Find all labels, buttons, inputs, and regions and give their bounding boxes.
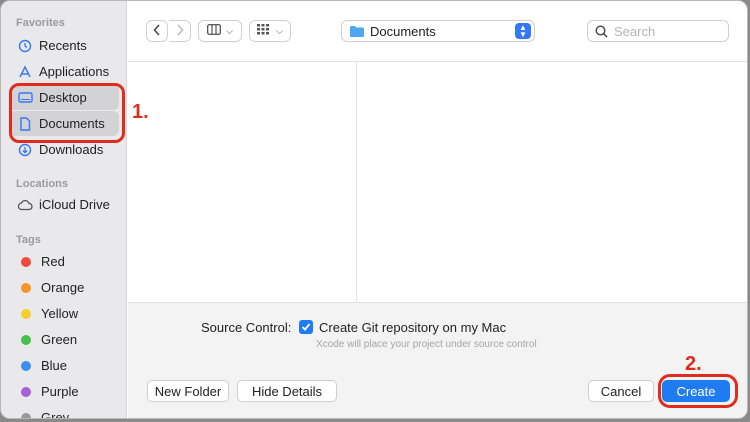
search-icon bbox=[595, 24, 608, 38]
sidebar-item-label: Red bbox=[41, 254, 65, 269]
tag-dot-icon bbox=[21, 282, 31, 293]
group-button[interactable]: ⌵ bbox=[249, 20, 291, 42]
forward-button[interactable] bbox=[169, 20, 191, 42]
step2-highlight bbox=[658, 374, 738, 408]
view-mode-button[interactable]: ⌵ bbox=[198, 20, 242, 42]
tag-dot-icon bbox=[21, 412, 31, 418]
location-popup[interactable]: Documents ▲ ▼ bbox=[341, 20, 535, 42]
sidebar-item-label: Applications bbox=[39, 64, 110, 79]
git-checkbox[interactable] bbox=[299, 320, 313, 334]
folder-icon bbox=[349, 25, 365, 38]
sidebar-item-label: Orange bbox=[41, 280, 85, 295]
checkmark-icon bbox=[301, 323, 311, 331]
sidebar-item-label: iCloud Drive bbox=[39, 197, 110, 212]
tag-dot-icon bbox=[21, 308, 31, 319]
chevron-down-icon: ⌵ bbox=[276, 25, 283, 36]
sidebar-item-label: Grey bbox=[41, 410, 70, 419]
sidebar-item-label: Recents bbox=[39, 38, 87, 53]
tag-dot-icon bbox=[21, 360, 31, 371]
sidebar-tag-blue[interactable]: Blue bbox=[9, 353, 119, 378]
columns-view-icon bbox=[207, 24, 221, 38]
source-control-label: Source Control: bbox=[201, 320, 292, 335]
applications-icon bbox=[17, 64, 33, 80]
tags-heading: Tags bbox=[16, 234, 41, 246]
sidebar-item-applications[interactable]: Applications bbox=[9, 59, 119, 84]
sidebar-item-label: Purple bbox=[41, 384, 79, 399]
browser-column-1[interactable] bbox=[128, 62, 356, 302]
sidebar-tag-grey[interactable]: Grey bbox=[9, 405, 119, 419]
search-placeholder: Search bbox=[614, 23, 656, 39]
hide-details-button[interactable]: Hide Details bbox=[237, 380, 337, 402]
browser-column-2[interactable] bbox=[357, 62, 747, 302]
chevron-down-icon: ⌵ bbox=[226, 25, 233, 36]
sidebar-item-label: Green bbox=[41, 332, 78, 347]
chevron-right-icon bbox=[176, 23, 184, 39]
cloud-icon bbox=[17, 197, 33, 213]
grid-icon bbox=[257, 24, 271, 38]
tag-dot-icon bbox=[21, 334, 31, 345]
popup-arrows-icon: ▲ ▼ bbox=[515, 23, 531, 39]
sidebar-item-label: Downloads bbox=[39, 142, 104, 157]
sidebar-tag-yellow[interactable]: Yellow bbox=[9, 301, 119, 326]
tag-dot-icon bbox=[21, 256, 31, 267]
chevron-left-icon bbox=[153, 23, 161, 39]
tag-dot-icon bbox=[21, 386, 31, 397]
clock-icon bbox=[17, 38, 33, 54]
sidebar-item-label: Yellow bbox=[41, 306, 79, 321]
sidebar-tag-green[interactable]: Green bbox=[9, 327, 119, 352]
cancel-button[interactable]: Cancel bbox=[588, 380, 654, 402]
sidebar-item-label: Blue bbox=[41, 358, 68, 373]
sidebar-tag-red[interactable]: Red bbox=[9, 249, 119, 274]
location-label: Documents bbox=[370, 23, 436, 39]
git-checkbox-label[interactable]: Create Git repository on my Mac bbox=[319, 320, 506, 335]
save-dialog: Favorites Recents Applications Desktop D… bbox=[0, 0, 748, 419]
back-button[interactable] bbox=[146, 20, 168, 42]
footer: New Folder Hide Details Cancel Create bbox=[128, 358, 747, 418]
sidebar: Favorites Recents Applications Desktop D… bbox=[1, 1, 127, 418]
search-field[interactable]: Search bbox=[587, 20, 729, 42]
sidebar-tag-orange[interactable]: Orange bbox=[9, 275, 119, 300]
new-folder-button[interactable]: New Folder bbox=[147, 380, 229, 402]
sidebar-item-icloud-drive[interactable]: iCloud Drive bbox=[9, 192, 119, 217]
options-panel: Source Control: Create Git repository on… bbox=[128, 302, 747, 359]
toolbar: ⌵ ⌵ Documents ▲ ▼ Search bbox=[128, 1, 747, 62]
step1-annotation: 1. bbox=[132, 101, 149, 123]
download-icon bbox=[17, 142, 33, 158]
locations-heading: Locations bbox=[16, 178, 68, 190]
source-control-hint: Xcode will place your project under sour… bbox=[316, 339, 537, 350]
step1-highlight bbox=[9, 83, 125, 143]
sidebar-item-recents[interactable]: Recents bbox=[9, 33, 119, 58]
sidebar-tag-purple[interactable]: Purple bbox=[9, 379, 119, 404]
favorites-heading: Favorites bbox=[16, 17, 65, 29]
step2-annotation: 2. bbox=[685, 353, 702, 375]
